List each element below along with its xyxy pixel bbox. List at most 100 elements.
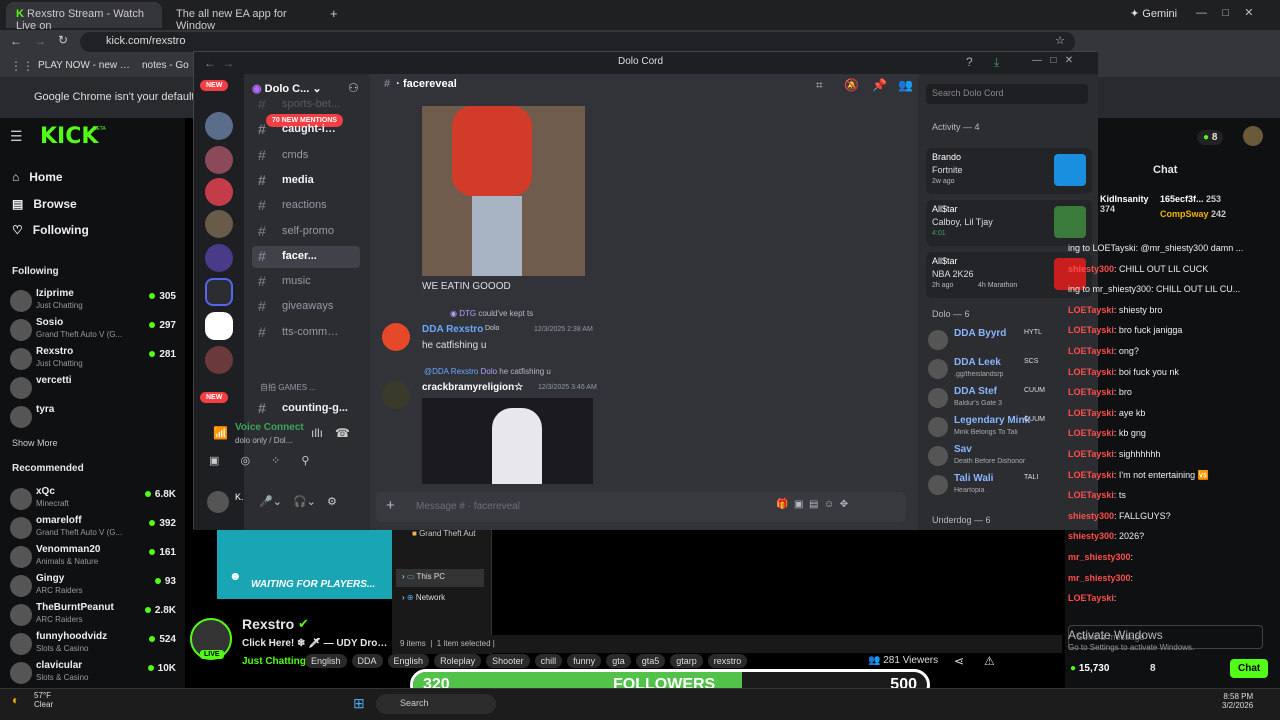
channel-avatar[interactable]	[10, 633, 32, 655]
dolo-server-icon[interactable]	[205, 312, 233, 340]
channel-3[interactable]: # media	[252, 170, 360, 192]
download-icon[interactable]: ⤓	[994, 55, 999, 70]
attach-icon[interactable]: +	[386, 497, 395, 514]
recommended-channel[interactable]: omareloff Grand Theft Auto V (G... 392	[10, 513, 182, 541]
chat-username[interactable]: LOETayski	[1068, 408, 1114, 418]
chat-username[interactable]: LOETayski	[1068, 305, 1114, 315]
channel-9[interactable]: # tts-comma...	[252, 322, 360, 344]
chat-send-button[interactable]: Chat	[1230, 659, 1269, 678]
folder-icon[interactable]	[205, 278, 233, 306]
recommended-channel[interactable]: Gingy ARC Raiders 93	[10, 571, 182, 599]
member-avatar[interactable]	[928, 359, 948, 379]
channel-category[interactable]: 自拍 GAMES ...	[260, 382, 360, 393]
explorer-this-pc[interactable]: › ▭ This PC	[396, 569, 484, 587]
voice-channel[interactable]: dolo only / Dol...	[235, 436, 305, 445]
channel-avatar[interactable]	[10, 575, 32, 597]
voice-actions[interactable]: ▣ ◎ ⁘ ⚲	[209, 454, 359, 467]
server-icon[interactable]	[205, 178, 233, 206]
following-channel[interactable]: vercetti	[10, 373, 182, 401]
window-controls[interactable]: — □ ✕	[1196, 6, 1253, 19]
channel-1[interactable]: # caught-in-...	[252, 119, 360, 141]
recommended-channel[interactable]: funnyhoodvidz Slots & Casino 524	[10, 629, 182, 657]
bookmark-play[interactable]: PLAY NOW - new d...	[38, 60, 133, 71]
help-icon[interactable]: ?	[966, 55, 973, 69]
points-badge[interactable]: ● 8	[1197, 130, 1224, 145]
channel-0[interactable]: # sports-bet...	[252, 94, 360, 116]
show-more-link[interactable]: Show More	[12, 438, 58, 448]
channel-2[interactable]: # cmds	[252, 145, 360, 167]
noise-icon[interactable]: ıllı	[311, 426, 323, 440]
following-channel[interactable]: Rexstro Just Chatting 281	[10, 344, 182, 372]
stream-tag[interactable]: chill	[534, 654, 563, 668]
server-icon[interactable]	[205, 146, 233, 174]
back-icon[interactable]: ←	[10, 34, 22, 48]
stream-tag[interactable]: Roleplay	[434, 654, 482, 668]
message-input[interactable]: + Message # · facereveal 🎁 ▣ ▤ ☺ ✥	[376, 492, 906, 522]
stream-tag[interactable]: English	[387, 654, 430, 668]
pin-icon[interactable]: 📌	[872, 78, 887, 92]
streamer-name[interactable]: Rexstro	[242, 616, 294, 632]
channel-7[interactable]: # music	[252, 271, 360, 293]
kick-logo[interactable]: KICK	[40, 124, 98, 149]
stream-tag[interactable]: DDA	[351, 654, 383, 668]
disconnect-icon[interactable]: ☎	[335, 426, 350, 440]
server-icon[interactable]	[205, 244, 233, 272]
server-icon[interactable]	[205, 112, 233, 140]
recommended-channel[interactable]: TheBurntPeanut ARC Raiders 2.8K	[10, 600, 182, 628]
add-member-icon[interactable]: ⚇	[348, 81, 359, 95]
voice-status[interactable]: Voice Connect	[235, 422, 304, 433]
tab-rexstro[interactable]: K Rexstro Stream - Watch Live on	[6, 2, 162, 32]
chat-username[interactable]: LOETayski	[1068, 367, 1114, 377]
channel-8[interactable]: # giveaways	[252, 296, 360, 318]
stream-tag[interactable]: gtarp	[670, 654, 703, 668]
server-icon[interactable]	[205, 346, 233, 374]
back-icon[interactable]: ←	[204, 56, 216, 70]
channel-avatar[interactable]	[10, 488, 32, 510]
channel-avatar[interactable]	[10, 319, 32, 341]
weather[interactable]: 57°F Clear	[34, 691, 53, 709]
channel-6[interactable]: # facer...	[252, 245, 360, 268]
chat-username[interactable]: LOETayski	[1068, 490, 1114, 500]
channel-avatar[interactable]	[10, 546, 32, 568]
gemini-button[interactable]: ✦ Gemini	[1130, 7, 1177, 20]
share-icon[interactable]: ⋖	[954, 654, 964, 668]
activity-card[interactable]: Brando Fortnite 2w ago	[926, 148, 1092, 194]
user-avatar[interactable]	[1243, 126, 1263, 146]
member-avatar[interactable]	[928, 446, 948, 466]
chat-username[interactable]: LOETayski	[1068, 387, 1114, 397]
attachment-image[interactable]	[422, 106, 585, 276]
recommended-channel[interactable]: xQc Minecraft 6.8K	[10, 484, 182, 512]
chat-username[interactable]: shiesty300	[1068, 264, 1114, 274]
forward-icon[interactable]: →	[34, 34, 46, 48]
reload-icon[interactable]: ↻	[58, 33, 68, 47]
bookmark-star-icon[interactable]: ☆	[1055, 34, 1065, 47]
address-bar[interactable]: kick.com/rexstro ☆	[80, 32, 1075, 52]
user-controls[interactable]: 🎤⌄ 🎧⌄ ⚙	[259, 495, 337, 508]
channel-avatar[interactable]	[10, 604, 32, 626]
weather-icon[interactable]: ◐	[12, 693, 19, 707]
chat-username[interactable]: LOETayski	[1068, 428, 1114, 438]
nav-following[interactable]: ♡ Following	[12, 223, 89, 237]
user-avatar[interactable]	[207, 491, 229, 513]
discord-window-controls[interactable]: — □ ✕	[1032, 55, 1073, 66]
stream-tag[interactable]: English	[305, 654, 347, 668]
clock[interactable]: 8:58 PM 3/2/2026	[1222, 692, 1253, 710]
chat-username[interactable]: mr_shiesty300	[1068, 552, 1131, 562]
mute-icon[interactable]: 🔕	[844, 78, 859, 92]
server-icon[interactable]	[205, 210, 233, 238]
channel-avatar[interactable]	[10, 290, 32, 312]
nav-home[interactable]: ⌂ Home	[12, 170, 63, 184]
chat-username[interactable]: shiesty300	[1068, 511, 1114, 521]
channel-avatar[interactable]	[10, 406, 32, 428]
following-channel[interactable]: Sosio Grand Theft Auto V (G... 297	[10, 315, 182, 343]
member-avatar[interactable]	[928, 417, 948, 437]
stream-tag[interactable]: gta5	[635, 654, 666, 668]
chat-username[interactable]: LOETayski	[1068, 449, 1114, 459]
apps-icon[interactable]: ⋮⋮	[10, 59, 34, 73]
explorer-folder[interactable]: ■ Grand Theft Aut	[412, 529, 475, 538]
category-link[interactable]: Just Chatting	[242, 656, 306, 667]
member-avatar[interactable]	[928, 388, 948, 408]
new-tab-icon[interactable]: +	[330, 6, 338, 21]
stream-tag[interactable]: gta	[606, 654, 631, 668]
stream-tag[interactable]: funny	[567, 654, 602, 668]
